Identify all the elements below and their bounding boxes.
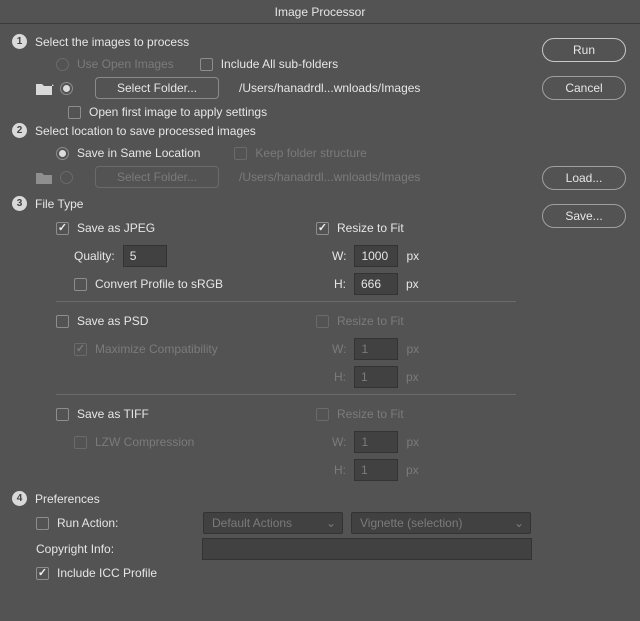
copyright-input[interactable]	[202, 538, 532, 560]
step-title-2: Select location to save processed images	[35, 124, 256, 138]
tiff-h-input	[354, 459, 398, 481]
select-dest-folder-button: Select Folder...	[95, 166, 219, 188]
tiff-resize-checkbox	[316, 408, 329, 421]
px-unit: px	[406, 435, 419, 449]
maximize-compat-label: Maximize Compatibility	[95, 342, 218, 356]
use-open-images-label: Use Open Images	[77, 57, 174, 71]
copyright-label: Copyright Info:	[36, 542, 156, 556]
lzw-label: LZW Compression	[95, 435, 194, 449]
convert-srgb-checkbox[interactable]	[74, 278, 87, 291]
save-as-jpeg-label: Save as JPEG	[77, 221, 155, 235]
psd-h-input	[354, 366, 398, 388]
run-button[interactable]: Run	[542, 38, 626, 62]
quality-input[interactable]	[123, 245, 167, 267]
action-set-select: Default Actions	[203, 512, 343, 534]
jpeg-resize-checkbox[interactable]	[316, 222, 329, 235]
jpeg-h-label: H:	[334, 277, 346, 291]
px-unit: px	[406, 370, 419, 384]
divider	[56, 394, 516, 395]
open-first-image-label: Open first image to apply settings	[89, 105, 267, 119]
include-subfolders-checkbox[interactable]	[200, 58, 213, 71]
tiff-w-label: W:	[332, 435, 346, 449]
tiff-h-label: H:	[334, 463, 346, 477]
psd-w-input	[354, 338, 398, 360]
px-unit: px	[406, 277, 419, 291]
include-subfolders-label: Include All sub-folders	[221, 57, 338, 71]
save-same-location-radio[interactable]	[56, 147, 69, 160]
px-unit: px	[406, 463, 419, 477]
step-title-1: Select the images to process	[35, 35, 189, 49]
jpeg-w-input[interactable]	[354, 245, 398, 267]
select-folder-radio[interactable]	[60, 82, 73, 95]
use-open-images-radio	[56, 58, 69, 71]
include-icc-checkbox[interactable]	[36, 567, 49, 580]
dest-path: /Users/hanadrdl...wnloads/Images	[239, 170, 420, 184]
folder-icon	[36, 82, 52, 94]
px-unit: px	[406, 249, 419, 263]
lzw-checkbox	[74, 436, 87, 449]
jpeg-h-input[interactable]	[354, 273, 398, 295]
step-number-2: 2	[12, 123, 27, 138]
psd-h-label: H:	[334, 370, 346, 384]
step-number-3: 3	[12, 196, 27, 211]
save-same-location-label: Save in Same Location	[77, 146, 200, 160]
save-as-psd-label: Save as PSD	[77, 314, 148, 328]
divider	[56, 301, 516, 302]
convert-srgb-label: Convert Profile to sRGB	[95, 277, 223, 291]
maximize-compat-checkbox	[74, 343, 87, 356]
save-button[interactable]: Save...	[542, 204, 626, 228]
run-action-checkbox[interactable]	[36, 517, 49, 530]
step-title-3: File Type	[35, 197, 83, 211]
keep-folder-structure-checkbox	[234, 147, 247, 160]
psd-resize-checkbox	[316, 315, 329, 328]
action-select: Vignette (selection)	[351, 512, 531, 534]
save-as-jpeg-checkbox[interactable]	[56, 222, 69, 235]
select-dest-folder-radio[interactable]	[60, 171, 73, 184]
px-unit: px	[406, 342, 419, 356]
source-path: /Users/hanadrdl...wnloads/Images	[239, 81, 420, 95]
keep-folder-structure-label: Keep folder structure	[255, 146, 366, 160]
save-as-tiff-checkbox[interactable]	[56, 408, 69, 421]
psd-resize-label: Resize to Fit	[337, 314, 404, 328]
folder-icon	[36, 171, 52, 183]
step-number-1: 1	[12, 34, 27, 49]
step-title-4: Preferences	[35, 492, 100, 506]
quality-label: Quality:	[74, 249, 115, 263]
run-action-label: Run Action:	[57, 516, 157, 530]
tiff-w-input	[354, 431, 398, 453]
include-icc-label: Include ICC Profile	[57, 566, 157, 580]
save-as-tiff-label: Save as TIFF	[77, 407, 149, 421]
load-button[interactable]: Load...	[542, 166, 626, 190]
cancel-button[interactable]: Cancel	[542, 76, 626, 100]
psd-w-label: W:	[332, 342, 346, 356]
jpeg-w-label: W:	[332, 249, 346, 263]
step-number-4: 4	[12, 491, 27, 506]
window-title: Image Processor	[0, 0, 640, 24]
open-first-image-checkbox[interactable]	[68, 106, 81, 119]
select-folder-button[interactable]: Select Folder...	[95, 77, 219, 99]
save-as-psd-checkbox[interactable]	[56, 315, 69, 328]
tiff-resize-label: Resize to Fit	[337, 407, 404, 421]
jpeg-resize-label: Resize to Fit	[337, 221, 404, 235]
